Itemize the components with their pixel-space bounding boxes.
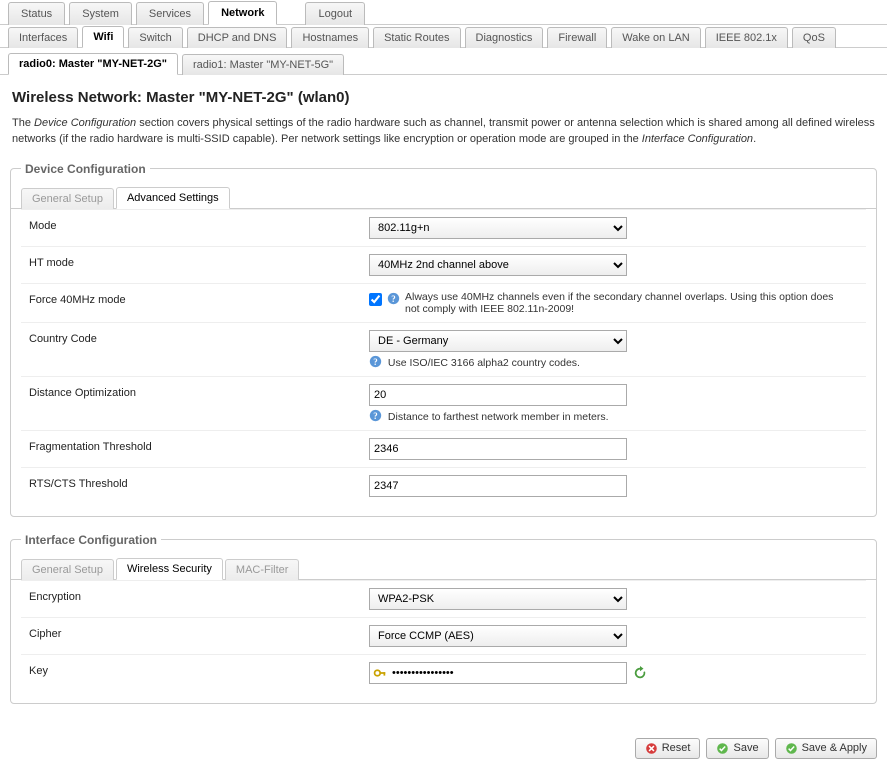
network-subnav: Interfaces Wifi Switch DHCP and DNS Host… <box>0 25 887 48</box>
key-icon <box>373 666 387 680</box>
svg-text:?: ? <box>391 294 395 304</box>
iface-inner-tabs: General Setup Wireless Security MAC-Filt… <box>11 557 876 580</box>
iface-tab-general[interactable]: General Setup <box>21 559 114 580</box>
help-icon: ? <box>369 409 382 422</box>
subtab-qos[interactable]: QoS <box>792 27 836 48</box>
help-icon: ? <box>387 292 400 305</box>
subtab-wifi[interactable]: Wifi <box>82 26 124 48</box>
country-select[interactable]: DE - Germany <box>369 330 627 352</box>
subtab-switch[interactable]: Switch <box>128 27 182 48</box>
tab-services[interactable]: Services <box>136 2 204 25</box>
svg-text:?: ? <box>373 411 377 421</box>
iface-tab-macfilter[interactable]: MAC-Filter <box>225 559 300 580</box>
device-tab-general[interactable]: General Setup <box>21 188 114 209</box>
interface-config-section: Interface Configuration General Setup Wi… <box>10 533 877 704</box>
iface-tab-security[interactable]: Wireless Security <box>116 558 223 580</box>
reload-icon[interactable] <box>633 666 647 680</box>
subtab-interfaces[interactable]: Interfaces <box>8 27 78 48</box>
help-icon: ? <box>369 355 382 368</box>
save-button[interactable]: Save <box>706 738 768 759</box>
rts-input[interactable] <box>369 475 627 497</box>
tab-status[interactable]: Status <box>8 2 65 25</box>
action-bar: Reset Save Save & Apply <box>0 734 887 769</box>
device-config-legend: Device Configuration <box>21 162 150 176</box>
subtab-staticroutes[interactable]: Static Routes <box>373 27 460 48</box>
check-icon <box>716 742 729 755</box>
subtab-hostnames[interactable]: Hostnames <box>291 27 369 48</box>
subtab-wol[interactable]: Wake on LAN <box>611 27 700 48</box>
page-title: Wireless Network: Master "MY-NET-2G" (wl… <box>12 89 875 106</box>
subtab-diagnostics[interactable]: Diagnostics <box>465 27 544 48</box>
subtab-firewall[interactable]: Firewall <box>547 27 607 48</box>
device-tab-advanced[interactable]: Advanced Settings <box>116 187 230 209</box>
tab-network[interactable]: Network <box>208 1 277 25</box>
interface-config-legend: Interface Configuration <box>21 533 161 547</box>
rts-label: RTS/CTS Threshold <box>29 475 369 490</box>
tab-system[interactable]: System <box>69 2 132 25</box>
save-apply-button[interactable]: Save & Apply <box>775 738 877 759</box>
device-config-section: Device Configuration General Setup Advan… <box>10 162 877 517</box>
cipher-select[interactable]: Force CCMP (AES) <box>369 625 627 647</box>
country-label: Country Code <box>29 330 369 345</box>
mode-select[interactable]: 802.11g+n <box>369 217 627 239</box>
cancel-icon <box>645 742 658 755</box>
page-description: The Device Configuration section covers … <box>12 116 875 148</box>
force40-help: Always use 40MHz channels even if the se… <box>405 291 835 315</box>
radio-tabs: radio0: Master "MY-NET-2G" radio1: Maste… <box>0 48 887 75</box>
htmode-label: HT mode <box>29 254 369 269</box>
check-icon <box>785 742 798 755</box>
reset-button[interactable]: Reset <box>635 738 701 759</box>
radio0-tab[interactable]: radio0: Master "MY-NET-2G" <box>8 53 178 75</box>
mode-label: Mode <box>29 217 369 232</box>
frag-label: Fragmentation Threshold <box>29 438 369 453</box>
distance-help: Distance to farthest network member in m… <box>388 411 609 423</box>
distance-input[interactable] <box>369 384 627 406</box>
subtab-8021x[interactable]: IEEE 802.1x <box>705 27 788 48</box>
key-input[interactable] <box>369 662 627 684</box>
key-label: Key <box>29 662 369 677</box>
top-nav: Status System Services Network Logout <box>0 0 887 25</box>
force40-label: Force 40MHz mode <box>29 291 369 306</box>
country-help: Use ISO/IEC 3166 alpha2 country codes. <box>388 357 580 369</box>
device-inner-tabs: General Setup Advanced Settings <box>11 186 876 209</box>
tab-logout[interactable]: Logout <box>305 2 365 25</box>
htmode-select[interactable]: 40MHz 2nd channel above <box>369 254 627 276</box>
distance-label: Distance Optimization <box>29 384 369 399</box>
encryption-label: Encryption <box>29 588 369 603</box>
frag-input[interactable] <box>369 438 627 460</box>
cipher-label: Cipher <box>29 625 369 640</box>
subtab-dhcp[interactable]: DHCP and DNS <box>187 27 288 48</box>
radio1-tab[interactable]: radio1: Master "MY-NET-5G" <box>182 54 344 75</box>
svg-text:?: ? <box>373 357 377 367</box>
encryption-select[interactable]: WPA2-PSK <box>369 588 627 610</box>
force40-checkbox[interactable] <box>369 293 382 306</box>
